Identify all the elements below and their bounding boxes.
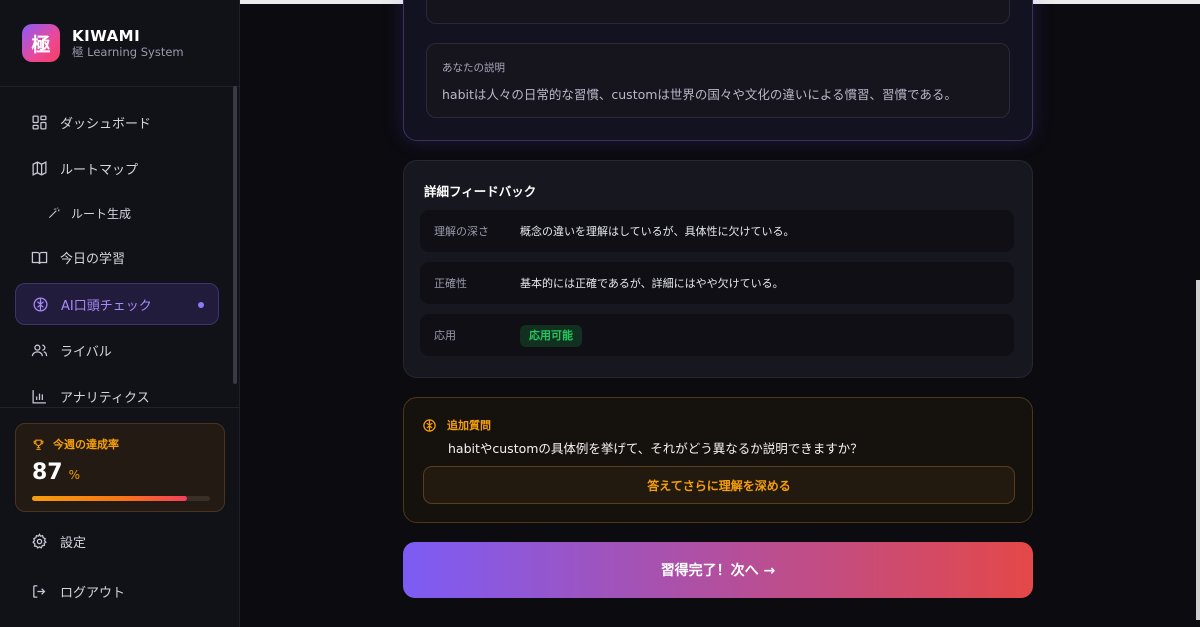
sidebar-item-label: 今日の学習 (60, 251, 126, 267)
weekly-achievement-card: 今週の達成率 87% (15, 423, 225, 512)
sidebar-item-rivals[interactable]: ライバル (15, 329, 219, 371)
sidebar-item-route-map[interactable]: ルートマップ (15, 147, 219, 189)
brain-icon (33, 296, 48, 312)
trophy-icon (33, 439, 44, 450)
sidebar-item-label: ルートマップ (60, 162, 139, 178)
sidebar-item-label: ライバル (60, 344, 112, 360)
users-icon (31, 344, 48, 356)
brand-subtitle: 極 Learning System (72, 44, 184, 59)
sidebar-item-analytics[interactable]: アナリティクス (15, 375, 219, 417)
sidebar-scrollbar[interactable] (233, 86, 237, 384)
weekly-value: 87 (32, 460, 63, 485)
feedback-value: 基本的には正確であるが、詳細にはやや欠けている。 (520, 277, 784, 290)
sidebar-item-label: 設定 (60, 535, 87, 551)
feedback-row-application: 応用 応用可能 (420, 314, 1014, 356)
complete-next-button[interactable]: 習得完了！次へ → (403, 542, 1033, 598)
status-badge: 応用可能 (520, 325, 582, 347)
gear-icon (32, 532, 47, 549)
followup-question-card: 追加質問 habitやcustomの具体例を挙げて、それがどう異なるか説明できま… (403, 397, 1033, 523)
sidebar-item-label: ログアウト (60, 585, 126, 601)
bar-chart-icon (32, 389, 46, 404)
followup-question: habitやcustomの具体例を挙げて、それがどう異なるか説明できますか？ (448, 441, 863, 456)
feedback-key: 応用 (434, 329, 456, 342)
weekly-progress-bar (32, 496, 210, 501)
weekly-title: 今週の達成率 (53, 438, 119, 451)
sidebar-item-today[interactable]: 今日の学習 (15, 236, 219, 278)
dashboard-icon (32, 114, 47, 130)
explanation-text: habitは人々の日常的な習慣、customは世界の国々や文化の違いによる慣習、… (442, 87, 957, 102)
sidebar-item-settings[interactable]: 設定 (15, 520, 219, 562)
feedback-title: 詳細フィードバック (424, 184, 537, 199)
detailed-feedback-card: 詳細フィードバック 理解の深さ 概念の違いを理解はしているが、具体性に欠けている… (403, 160, 1033, 378)
previous-field (426, 0, 1010, 24)
divider (0, 407, 239, 408)
map-icon (32, 160, 47, 176)
sidebar-item-label: アナリティクス (60, 390, 150, 406)
divider (0, 86, 239, 87)
sidebar: 極 KIWAMI 極 Learning System ダッシュボード ルートマッ… (0, 0, 240, 627)
explanation-label: あなたの説明 (442, 62, 505, 74)
brand-name: KIWAMI (72, 26, 141, 45)
sidebar-item-label: ルート生成 (71, 206, 132, 221)
brand[interactable]: 極 KIWAMI 極 Learning System (22, 24, 184, 62)
weekly-unit: % (68, 468, 81, 482)
magic-wand-icon (48, 207, 60, 219)
answer-deepen-button[interactable]: 答えてさらに理解を深める (423, 466, 1015, 504)
active-indicator-dot (198, 302, 204, 308)
followup-title: 追加質問 (447, 419, 491, 432)
sidebar-item-route-generate[interactable]: ルート生成 (15, 192, 219, 234)
feedback-key: 理解の深さ (434, 225, 489, 238)
sidebar-item-label: ダッシュボード (60, 116, 152, 132)
brain-icon (423, 418, 436, 432)
sidebar-item-dashboard[interactable]: ダッシュボード (15, 101, 219, 143)
sidebar-item-ai-oral-check[interactable]: AI口頭チェック (15, 283, 219, 325)
feedback-row-accuracy: 正確性 基本的には正確であるが、詳細にはやや欠けている。 (420, 262, 1014, 304)
main-scrollbar[interactable] (1196, 280, 1200, 620)
feedback-row-depth: 理解の深さ 概念の違いを理解はしているが、具体性に欠けている。 (420, 210, 1014, 252)
sidebar-item-logout[interactable]: ログアウト (15, 570, 219, 612)
brand-logo: 極 (22, 24, 60, 62)
logout-icon (33, 584, 46, 598)
sidebar-item-label: AI口頭チェック (61, 298, 152, 314)
book-icon (31, 251, 48, 264)
explanation-box: あなたの説明 habitは人々の日常的な習慣、customは世界の国々や文化の違… (426, 43, 1010, 118)
weekly-progress-fill (32, 496, 187, 501)
feedback-key: 正確性 (434, 277, 467, 290)
feedback-value: 概念の違いを理解はしているが、具体性に欠けている。 (520, 225, 795, 238)
